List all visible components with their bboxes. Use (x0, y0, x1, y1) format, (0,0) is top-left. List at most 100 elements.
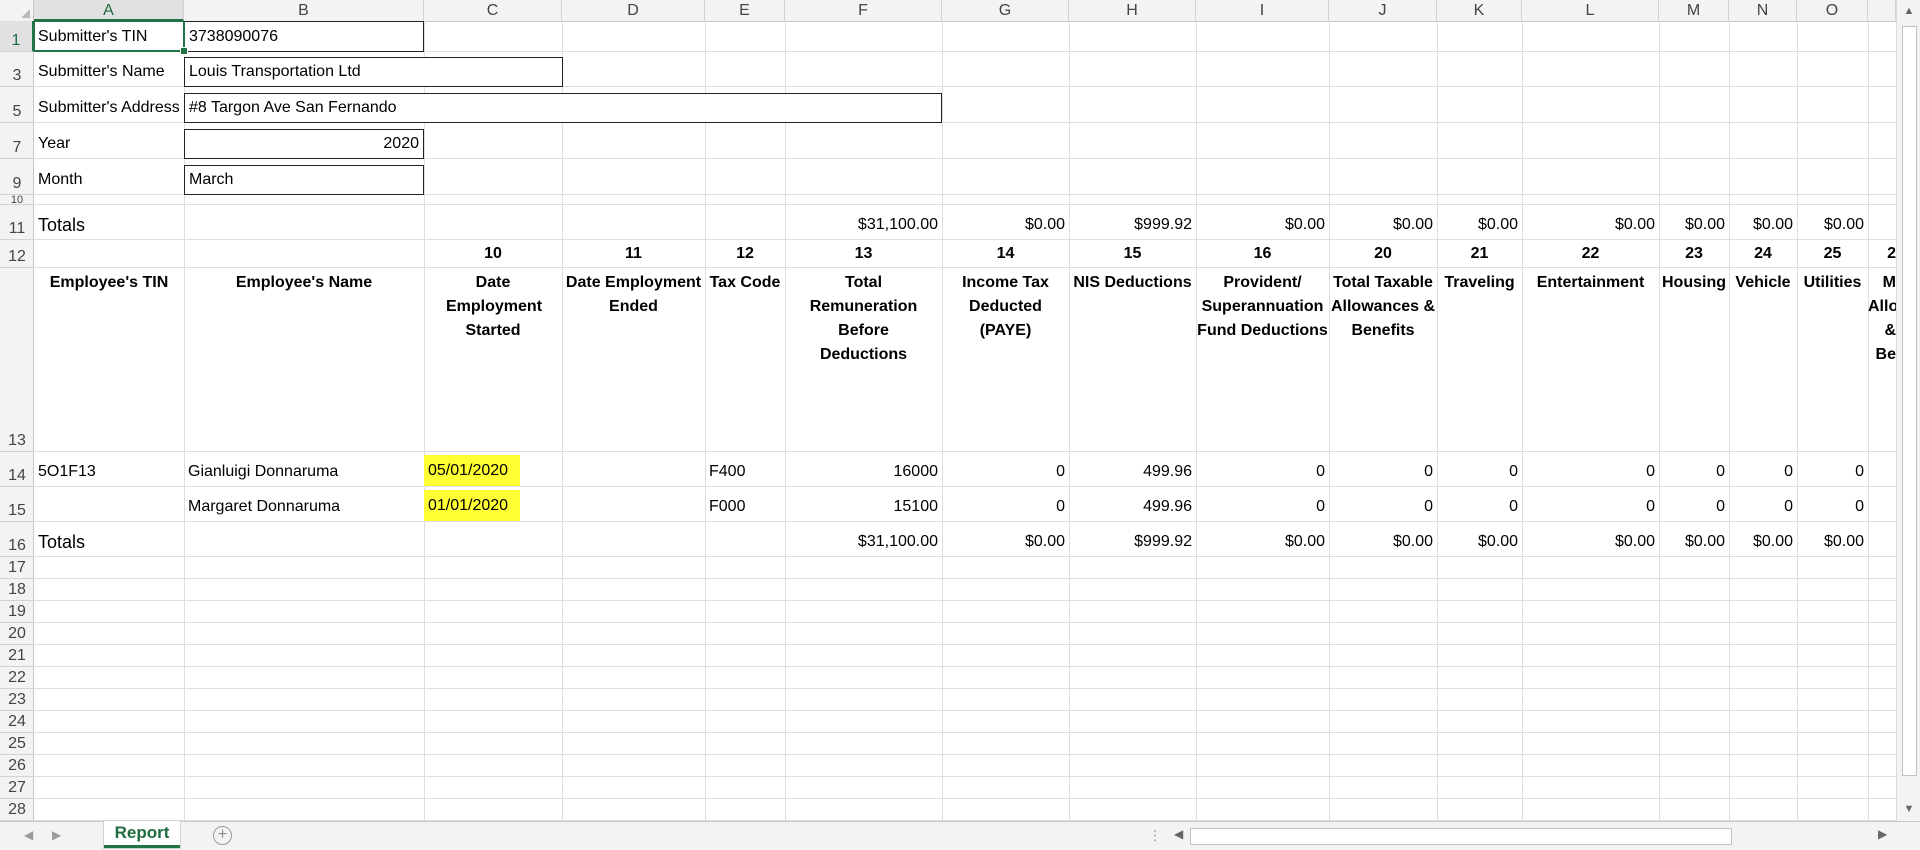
submitter-address-value[interactable]: #8 Targon Ave San Fernando (184, 93, 942, 123)
employee-remuneration[interactable]: 15100 (785, 493, 942, 521)
header-other-allowances[interactable]: M Allow & Be (1868, 271, 1896, 367)
field-number[interactable]: 24 (1729, 241, 1797, 267)
prev-sheet-icon[interactable]: ◀ (24, 828, 33, 842)
row-header[interactable]: 22 (0, 667, 34, 689)
column-header-k[interactable]: K (1437, 0, 1522, 21)
field-number[interactable]: 11 (562, 241, 705, 267)
employee-tin[interactable]: 5O1F13 (34, 458, 184, 486)
total-remuneration-bottom[interactable]: $31,100.00 (785, 528, 942, 556)
employee-end-date[interactable] (562, 493, 705, 521)
field-number[interactable]: 23 (1659, 241, 1729, 267)
header-nis-deductions[interactable]: NIS Deductions (1069, 271, 1196, 295)
row-header[interactable]: 18 (0, 579, 34, 601)
next-sheet-icon[interactable]: ▶ (52, 828, 61, 842)
submitter-tin-label[interactable]: Submitter's TIN (34, 23, 184, 51)
vertical-scrollbar[interactable]: ▲ ▼ (1896, 0, 1920, 821)
field-number[interactable]: 15 (1069, 241, 1196, 267)
employee-nis[interactable]: 499.96 (1069, 458, 1196, 486)
sheet-tab-report[interactable]: Report (104, 821, 180, 848)
total-housing-bottom[interactable]: $0.00 (1659, 528, 1729, 556)
header-entertainment[interactable]: Entertainment (1522, 271, 1659, 295)
employee-tin[interactable] (34, 493, 184, 521)
field-number[interactable]: 22 (1522, 241, 1659, 267)
submitter-name-value[interactable]: Louis Transportation Ltd (184, 57, 563, 87)
header-income-tax[interactable]: Income Tax Deducted (PAYE) (942, 271, 1069, 343)
field-number[interactable]: 25 (1797, 241, 1868, 267)
total-utilities-top[interactable]: $0.00 (1797, 211, 1868, 239)
row-header[interactable]: 19 (0, 601, 34, 623)
row-header[interactable]: 26 (0, 755, 34, 777)
row-header[interactable]: 3 (0, 52, 34, 87)
field-number[interactable]: 14 (942, 241, 1069, 267)
total-utilities-bottom[interactable]: $0.00 (1797, 528, 1868, 556)
header-traveling[interactable]: Traveling (1437, 271, 1522, 295)
column-header-c[interactable]: C (424, 0, 562, 21)
employee-traveling[interactable]: 0 (1437, 458, 1522, 486)
employee-utilities[interactable]: 0 (1797, 458, 1868, 486)
row-header[interactable]: 15 (0, 487, 34, 522)
row-header[interactable]: 1 (0, 21, 34, 52)
employee-tax-code[interactable]: F000 (705, 493, 785, 521)
employee-vehicle[interactable]: 0 (1729, 493, 1797, 521)
total-housing-top[interactable]: $0.00 (1659, 211, 1729, 239)
employee-paye[interactable]: 0 (942, 458, 1069, 486)
total-nis-top[interactable]: $999.92 (1069, 211, 1196, 239)
row-header[interactable]: 14 (0, 452, 34, 487)
employee-name[interactable]: Gianluigi Donnaruma (184, 458, 424, 486)
field-number[interactable]: 2 (1868, 241, 1896, 267)
total-vehicle-bottom[interactable]: $0.00 (1729, 528, 1797, 556)
header-employee-tin[interactable]: Employee's TIN (34, 271, 184, 295)
employee-name[interactable]: Margaret Donnaruma (184, 493, 424, 521)
vertical-scroll-thumb[interactable] (1902, 26, 1917, 776)
header-taxable-allowances[interactable]: Total Taxable Allowances & Benefits (1329, 271, 1437, 343)
horizontal-scroll-thumb[interactable] (1190, 828, 1732, 845)
row-header[interactable]: 9 (0, 159, 34, 195)
header-provident-fund[interactable]: Provident/ Superannuation Fund Deduction… (1196, 271, 1329, 343)
scroll-up-icon[interactable]: ▲ (1897, 5, 1920, 17)
total-remuneration-top[interactable]: $31,100.00 (785, 211, 942, 239)
total-traveling-bottom[interactable]: $0.00 (1437, 528, 1522, 556)
employee-start-date[interactable]: 01/01/2020 (424, 490, 520, 521)
field-number[interactable]: 10 (424, 241, 562, 267)
field-number[interactable]: 21 (1437, 241, 1522, 267)
month-label[interactable]: Month (34, 166, 184, 194)
field-number[interactable]: 13 (785, 241, 942, 267)
totals-label-bottom[interactable]: Totals (34, 528, 184, 556)
header-date-ended[interactable]: Date Employment Ended (562, 271, 705, 319)
employee-provident[interactable]: 0 (1196, 458, 1329, 486)
split-handle-icon[interactable]: ⋮ (1148, 827, 1162, 844)
column-header-f[interactable]: F (785, 0, 942, 21)
column-header-i[interactable]: I (1196, 0, 1329, 21)
horizontal-scrollbar[interactable]: ◀ ▶ (1168, 825, 1892, 847)
row-header[interactable]: 16 (0, 522, 34, 557)
add-sheet-icon[interactable]: + (213, 826, 232, 845)
row-header[interactable]: 13 (0, 268, 34, 452)
employee-traveling[interactable]: 0 (1437, 493, 1522, 521)
employee-end-date[interactable] (562, 458, 705, 486)
column-header-h[interactable]: H (1069, 0, 1196, 21)
header-utilities[interactable]: Utilities (1797, 271, 1868, 295)
total-entertainment-bottom[interactable]: $0.00 (1522, 528, 1659, 556)
column-header-b[interactable]: B (184, 0, 424, 21)
field-number[interactable]: 20 (1329, 241, 1437, 267)
field-number[interactable]: 16 (1196, 241, 1329, 267)
column-header-m[interactable]: M (1659, 0, 1729, 21)
employee-remuneration[interactable]: 16000 (785, 458, 942, 486)
submitter-address-label[interactable]: Submitter's Address (34, 94, 184, 122)
total-allowances-bottom[interactable]: $0.00 (1329, 528, 1437, 556)
row-header[interactable]: 5 (0, 87, 34, 123)
total-provident-bottom[interactable]: $0.00 (1196, 528, 1329, 556)
header-employee-name[interactable]: Employee's Name (184, 271, 424, 295)
column-header-e[interactable]: E (705, 0, 785, 21)
row-header[interactable]: 21 (0, 645, 34, 667)
employee-entertainment[interactable]: 0 (1522, 458, 1659, 486)
row-header[interactable]: 24 (0, 711, 34, 733)
month-value[interactable]: March (184, 165, 424, 195)
fill-handle[interactable] (180, 47, 188, 55)
total-traveling-top[interactable]: $0.00 (1437, 211, 1522, 239)
header-housing[interactable]: Housing (1659, 271, 1729, 295)
total-vehicle-top[interactable]: $0.00 (1729, 211, 1797, 239)
employee-utilities[interactable]: 0 (1797, 493, 1868, 521)
column-header-g[interactable]: G (942, 0, 1069, 21)
employee-provident[interactable]: 0 (1196, 493, 1329, 521)
